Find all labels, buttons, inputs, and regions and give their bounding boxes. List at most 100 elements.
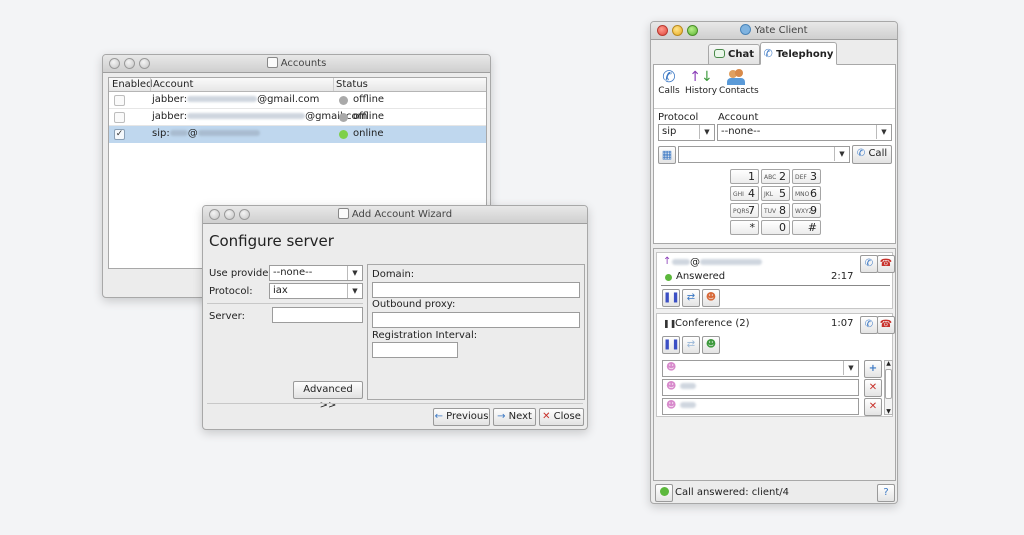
participant-scrollbar[interactable]: ▲ ▼	[884, 360, 893, 415]
participant-item[interactable]: ☻	[662, 398, 859, 415]
keypad-key-hash[interactable]: #	[792, 220, 821, 235]
zoom-icon[interactable]	[139, 58, 150, 69]
domain-input[interactable]	[372, 282, 580, 298]
keypad-key-4[interactable]: GHI 4	[730, 186, 759, 201]
account-select[interactable]: --none-- ▼	[717, 124, 892, 141]
close-x-icon: ✕	[868, 382, 878, 393]
enabled-checkbox[interactable]	[114, 112, 125, 123]
enabled-checkbox[interactable]	[114, 95, 125, 106]
add-participant-button[interactable]: +	[864, 360, 882, 378]
column-status[interactable]: Status	[333, 78, 368, 91]
server-input[interactable]	[272, 307, 363, 323]
hold-button[interactable]: ❚❚	[662, 289, 680, 307]
column-account[interactable]: Account	[150, 78, 193, 91]
call-button[interactable]: ✆ Call	[852, 145, 892, 164]
remove-participant-button[interactable]: ✕	[864, 379, 882, 397]
remove-participant-button[interactable]: ✕	[864, 398, 882, 416]
enabled-checkbox[interactable]: ✓	[114, 129, 125, 140]
keypad-key-star[interactable]: *	[730, 220, 759, 235]
yate-titlebar: Yate Client	[651, 22, 897, 40]
zoom-icon[interactable]	[687, 25, 698, 36]
column-enabled[interactable]: Enabled	[112, 78, 152, 91]
protocol-select[interactable]: iax ▼	[269, 283, 363, 299]
hold-button[interactable]: ❚❚	[662, 336, 680, 354]
chevron-down-icon: ▼	[843, 361, 858, 375]
protocol-select[interactable]: sip ▼	[658, 124, 715, 141]
use-provider-select[interactable]: --none-- ▼	[269, 265, 363, 281]
table-row[interactable]: jabber: @gmail.com offline	[109, 92, 486, 109]
number-input[interactable]: ▼	[678, 146, 850, 163]
status-button[interactable]	[655, 484, 673, 502]
status-dot-icon	[339, 96, 348, 105]
account-name: sip: @	[152, 128, 260, 139]
keypad-key-1[interactable]: 1	[730, 169, 759, 184]
accounts-table-header: Enabled Account Status	[109, 78, 486, 92]
table-row[interactable]: jabber: @gmail.com offline	[109, 109, 486, 126]
conference-duration: 1:07	[831, 318, 854, 329]
arrow-right-icon: →	[497, 411, 506, 422]
keypad-key-8[interactable]: TUV 8	[761, 203, 790, 218]
previous-button[interactable]: ← Previous	[433, 408, 490, 426]
add-participant-select[interactable]: ☻ ▼	[662, 360, 859, 377]
tab-telephony[interactable]: ✆ Telephony	[760, 42, 837, 65]
close-icon[interactable]	[209, 209, 220, 220]
keypad-key-6[interactable]: MNO 6	[792, 186, 821, 201]
chevron-down-icon: ▼	[347, 266, 362, 280]
call-peer: @	[672, 257, 762, 268]
keypad-key-7[interactable]: PQRS 7	[730, 203, 759, 218]
help-button[interactable]: ?	[877, 484, 895, 502]
wizard-titlebar: Add Account Wizard	[203, 206, 587, 224]
transfer-button[interactable]: ⇄	[682, 336, 700, 354]
zoom-icon[interactable]	[239, 209, 250, 220]
conference-button[interactable]: ☻	[702, 336, 720, 354]
phone-icon: ✆	[856, 148, 866, 159]
transfer-button[interactable]: ⇄	[682, 289, 700, 307]
close-icon[interactable]	[109, 58, 120, 69]
toolbar-history[interactable]: ↑↓ History	[685, 68, 717, 96]
outbound-proxy-input[interactable]	[372, 312, 580, 328]
hangup-button[interactable]: ☎	[877, 316, 895, 334]
registration-interval-input[interactable]	[372, 342, 458, 358]
conference-label: Conference (2)	[675, 318, 750, 329]
server-options-panel: Domain: Outbound proxy: Registration Int…	[367, 264, 585, 400]
advanced-button[interactable]: Advanced >>	[293, 381, 363, 411]
keypad-key-0[interactable]: 0	[761, 220, 790, 235]
conference-item[interactable]: ❚❚ Conference (2) 1:07 ✆ ☎ ❚❚ ⇄ ☻ ☻ ▼ + …	[656, 313, 895, 417]
toolbar-contacts[interactable]: Contacts	[719, 68, 759, 96]
wizard-title: Add Account Wizard	[351, 209, 453, 220]
keypad-toggle-button[interactable]: ▦	[658, 146, 676, 164]
table-row[interactable]: ✓ sip: @ online	[109, 126, 486, 143]
outbound-proxy-label: Outbound proxy:	[372, 299, 456, 310]
yate-app-icon	[740, 24, 752, 35]
scroll-down-icon[interactable]: ▼	[885, 408, 892, 415]
minimize-icon[interactable]	[672, 25, 683, 36]
close-button[interactable]: ✕ Close	[539, 408, 584, 426]
scroll-thumb[interactable]	[885, 369, 892, 399]
minimize-icon[interactable]	[124, 58, 135, 69]
divider	[654, 108, 895, 109]
next-button[interactable]: → Next	[493, 408, 536, 426]
scroll-up-icon[interactable]: ▲	[885, 360, 892, 367]
phone-icon: ✆	[763, 47, 773, 60]
keypad-key-3[interactable]: DEF 3	[792, 169, 821, 184]
keypad-key-5[interactable]: JKL 5	[761, 186, 790, 201]
window-controls	[209, 209, 250, 220]
tab-chat[interactable]: Chat	[708, 44, 760, 64]
close-icon[interactable]	[657, 25, 668, 36]
participant-item[interactable]: ☻	[662, 379, 859, 396]
wizard-app-icon	[337, 208, 349, 219]
pause-icon: ❚❚	[663, 292, 680, 303]
status-label: offline	[353, 111, 385, 122]
keypad-key-2[interactable]: ABC 2	[761, 169, 790, 184]
conference-button[interactable]: ☻	[702, 289, 720, 307]
minimize-icon[interactable]	[224, 209, 235, 220]
contacts-icon	[719, 68, 755, 86]
domain-label: Domain:	[372, 269, 415, 280]
call-answer-button[interactable]: ✆	[860, 255, 878, 273]
call-item[interactable]: ↑ @ ✆ ☎ Answered 2:17 ❚❚ ⇄ ☻	[656, 252, 895, 309]
hangup-button[interactable]: ☎	[877, 255, 895, 273]
keypad-key-9[interactable]: WXYZ 9	[792, 203, 821, 218]
toolbar-calls[interactable]: ✆ Calls	[658, 68, 680, 97]
help-icon: ?	[883, 487, 889, 498]
call-answer-button[interactable]: ✆	[860, 316, 878, 334]
